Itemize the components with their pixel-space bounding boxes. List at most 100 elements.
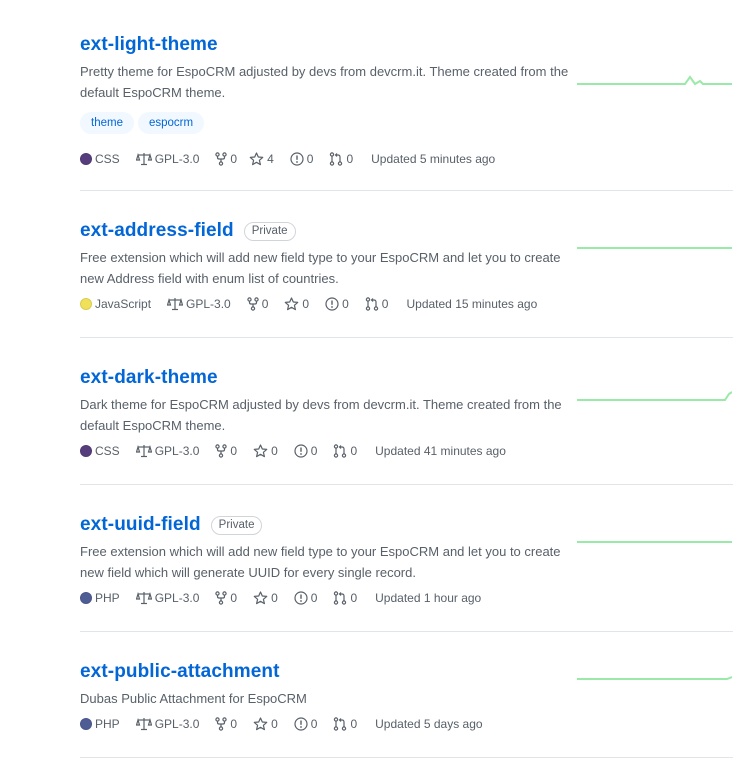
language-color-dot (80, 445, 92, 457)
law-icon (135, 717, 152, 731)
repo-description: Dark theme for EspoCRM adjusted by devs … (80, 397, 562, 433)
repo-stars[interactable]: 0 (284, 297, 309, 311)
issue-icon (294, 717, 308, 731)
repo-issues[interactable]: 0 (294, 591, 318, 605)
law-icon (167, 297, 184, 311)
pull-request-icon (329, 152, 343, 166)
pr-count: 0 (350, 717, 358, 731)
repo-pull-requests[interactable]: 0 (333, 717, 357, 731)
language-label: CSS (95, 152, 120, 166)
private-badge: Private (243, 221, 296, 241)
license-label: GPL-3.0 (154, 591, 200, 605)
repo-name-link[interactable]: ext-light-theme (80, 34, 218, 56)
license-label: GPL-3.0 (186, 297, 231, 311)
law-icon (135, 591, 152, 605)
repo-divider (80, 757, 733, 758)
star-icon (249, 152, 264, 166)
stars-count: 0 (271, 717, 278, 731)
repo-forks[interactable]: 0 (215, 717, 237, 731)
activity-sparkline (577, 75, 732, 86)
activity-sparkline (577, 247, 732, 249)
stars-count: 0 (302, 297, 310, 311)
pull-request-icon (333, 591, 347, 605)
repo-description: Free extension which will add new field … (80, 250, 561, 286)
forks-count: 0 (230, 717, 238, 731)
issue-icon (325, 297, 339, 311)
pr-count: 0 (346, 152, 354, 166)
issues-count: 0 (342, 297, 349, 311)
repo-forks[interactable]: 0 (215, 152, 237, 166)
repo-updated: Updated 5 days ago (375, 717, 483, 731)
topic-tag[interactable]: theme (80, 112, 134, 134)
repo-updated: Updated 1 hour ago (375, 591, 482, 605)
repo-language: CSS (80, 444, 120, 458)
repo-license: GPL-3.0 (135, 717, 200, 731)
language-label: CSS (95, 444, 120, 458)
pull-request-icon (365, 297, 379, 311)
pr-count: 0 (350, 591, 358, 605)
star-icon (253, 717, 268, 731)
pr-count: 0 (350, 444, 358, 458)
forks-count: 0 (230, 444, 238, 458)
repo-description: Dubas Public Attachment for EspoCRM (80, 691, 307, 706)
pull-request-icon (333, 717, 347, 731)
repo-divider (80, 484, 733, 485)
repo-name-link[interactable]: ext-dark-theme (80, 367, 218, 389)
repo-name-link[interactable]: ext-address-field (80, 220, 234, 242)
topic-tag[interactable]: espocrm (137, 112, 205, 134)
stars-count: 0 (271, 444, 278, 458)
repo-stars[interactable]: 0 (253, 444, 278, 458)
repo-language: PHP (80, 591, 120, 605)
private-badge: Private (210, 515, 263, 535)
repo-description: Pretty theme for EspoCRM adjusted by dev… (80, 64, 569, 100)
license-label: GPL-3.0 (154, 444, 200, 458)
repo-item: ext-address-field Private Free extension… (80, 218, 732, 313)
language-color-dot (80, 153, 92, 165)
repo-item: ext-uuid-field Private Free extension wh… (80, 512, 732, 607)
issues-count: 0 (310, 717, 318, 731)
repo-updated: Updated 41 minutes ago (375, 444, 506, 458)
repo-updated: Updated 15 minutes ago (406, 297, 538, 311)
star-icon (253, 444, 268, 458)
issues-count: 0 (306, 152, 314, 166)
repo-license: GPL-3.0 (167, 297, 231, 311)
activity-sparkline (577, 541, 732, 543)
language-label: JavaScript (95, 297, 152, 311)
repo-forks[interactable]: 0 (215, 444, 237, 458)
repo-name-link[interactable]: ext-uuid-field (80, 514, 201, 536)
repo-license: GPL-3.0 (135, 152, 200, 166)
repo-issues[interactable]: 0 (294, 717, 318, 731)
issue-icon (294, 444, 308, 458)
repo-language: PHP (80, 717, 120, 731)
issues-count: 0 (310, 591, 318, 605)
forks-count: 0 (230, 591, 238, 605)
language-color-dot (80, 592, 92, 604)
repo-license: GPL-3.0 (135, 591, 200, 605)
repo-pull-requests[interactable]: 0 (365, 297, 388, 311)
fork-icon (215, 152, 228, 166)
repo-stars[interactable]: 0 (253, 717, 278, 731)
repo-issues[interactable]: 0 (325, 297, 349, 311)
language-label: PHP (95, 717, 120, 731)
repo-pull-requests[interactable]: 0 (329, 152, 353, 166)
repo-stars[interactable]: 4 (249, 152, 274, 166)
license-label: GPL-3.0 (154, 152, 200, 166)
repo-language: CSS (80, 152, 120, 166)
repo-issues[interactable]: 0 (294, 444, 317, 458)
forks-count: 0 (261, 297, 269, 311)
repo-issues[interactable]: 0 (290, 152, 314, 166)
stars-count: 0 (271, 591, 278, 605)
issue-icon (290, 152, 304, 166)
repo-language: JavaScript (80, 297, 151, 311)
repo-name-link[interactable]: ext-public-attachment (80, 661, 280, 683)
repo-forks[interactable]: 0 (247, 297, 269, 311)
repo-divider (80, 190, 733, 191)
fork-icon (215, 717, 228, 731)
repo-divider (80, 337, 733, 338)
repo-pull-requests[interactable]: 0 (333, 444, 357, 458)
repo-pull-requests[interactable]: 0 (333, 591, 357, 605)
repo-license: GPL-3.0 (135, 444, 200, 458)
repo-stars[interactable]: 0 (253, 591, 278, 605)
repo-forks[interactable]: 0 (215, 591, 237, 605)
license-label: GPL-3.0 (154, 717, 200, 731)
